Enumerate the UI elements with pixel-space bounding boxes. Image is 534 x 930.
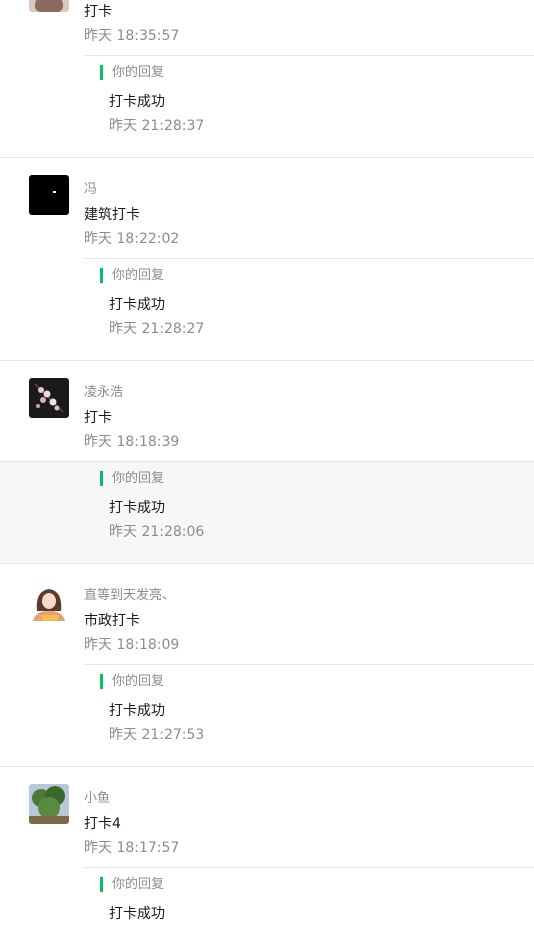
avatar[interactable] [29,0,69,12]
reply-text: 打卡成功 [109,297,165,313]
reply-block: 你的回复 打卡成功 昨天 21:27:53 [84,664,534,766]
sender-name: 小鱼 [84,791,111,806]
sender-name: 凌永浩 [84,385,124,400]
reply-time: 昨天 21:28:06 [109,524,205,540]
message-time: 昨天 18:17:57 [84,840,180,856]
reply-time: 昨天 21:28:27 [109,321,205,337]
reply-block: 你的回复 打卡成功 [84,867,534,930]
user-photo-icon [29,0,69,12]
reply-label: 你的回复 [100,471,164,486]
message-time: 昨天 18:22:02 [84,231,180,247]
girl-avatar-icon [29,581,69,621]
message-list: 打卡 昨天 18:35:57 你的回复 打卡成功 昨天 21:28:37 冯 建… [0,0,534,930]
reply-text: 打卡成功 [109,703,165,719]
list-item[interactable]: 凌永浩 打卡 昨天 18:18:39 你的回复 打卡成功 昨天 21:28:06 [0,361,534,564]
flower-avatar-icon [29,378,69,418]
reply-label: 你的回复 [100,674,164,689]
message-time: 昨天 18:18:09 [84,637,180,653]
reply-time: 昨天 21:28:37 [109,118,205,134]
message-text: 市政打卡 [84,613,140,629]
reply-text: 打卡成功 [109,94,165,110]
message-time: 昨天 18:35:57 [84,28,180,44]
sender-name: 直等到天发亮、 [84,588,176,603]
reply-block: 你的回复 打卡成功 昨天 21:28:06 [0,461,534,563]
message-text: 打卡 [84,410,112,426]
list-item[interactable]: 直等到天发亮、 市政打卡 昨天 18:18:09 你的回复 打卡成功 昨天 21… [0,564,534,767]
message-text: 建筑打卡 [84,207,140,223]
reply-label: 你的回复 [100,268,164,283]
tree-avatar-icon [29,784,69,824]
sender-name: 冯 [84,182,98,197]
reply-text: 打卡成功 [109,906,165,922]
message-time: 昨天 18:18:39 [84,434,180,450]
avatar[interactable] [29,175,69,215]
avatar[interactable] [29,378,69,418]
reply-label: 你的回复 [100,877,164,892]
reply-label: 你的回复 [100,65,164,80]
list-item[interactable]: 冯 建筑打卡 昨天 18:22:02 你的回复 打卡成功 昨天 21:28:27 [0,158,534,361]
reply-block: 你的回复 打卡成功 昨天 21:28:27 [84,258,534,360]
list-item[interactable]: 小鱼 打卡4 昨天 18:17:57 你的回复 打卡成功 [0,767,534,930]
message-text: 打卡 [84,4,112,20]
list-item[interactable]: 打卡 昨天 18:35:57 你的回复 打卡成功 昨天 21:28:37 [0,0,534,158]
avatar[interactable] [29,784,69,824]
reply-text: 打卡成功 [109,500,165,516]
reply-time: 昨天 21:27:53 [109,727,205,743]
black-avatar-icon [29,175,69,215]
avatar[interactable] [29,581,69,621]
reply-block: 你的回复 打卡成功 昨天 21:28:37 [84,55,534,157]
message-text: 打卡4 [84,816,121,832]
